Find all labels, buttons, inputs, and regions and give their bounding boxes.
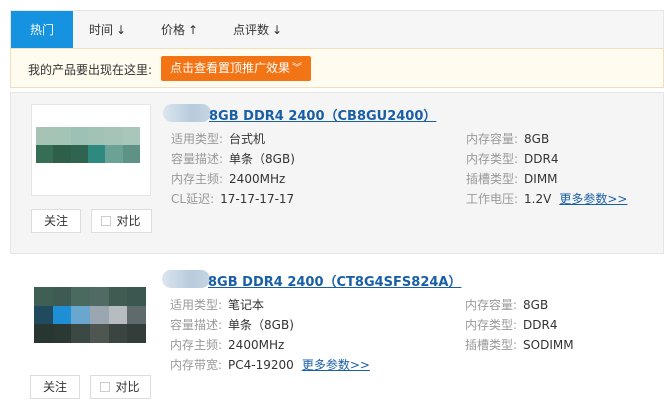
mosaic-cell — [52, 305, 72, 325]
mosaic-cell — [89, 287, 109, 306]
spec-row: 插槽类型: SODIMM — [465, 338, 574, 352]
product-card: 关注 对比 8GB DDR4 2400（CB8GU2400） 适用类型: 台式机 … — [10, 92, 664, 254]
mosaic-cell — [108, 287, 128, 306]
mosaic-cell — [36, 145, 54, 163]
promo-button-label: 点击查看置顶推广效果 — [170, 61, 291, 75]
mosaic-cell — [71, 305, 90, 325]
tab-label: 价格 — [161, 23, 186, 37]
mosaic-cell — [53, 127, 71, 145]
mosaic-cell — [127, 305, 146, 325]
tab-sort-time[interactable]: 时间 ↓ — [89, 11, 126, 49]
mosaic-cell — [34, 305, 53, 325]
mosaic-cell — [89, 305, 109, 325]
follow-button[interactable]: 关注 — [30, 375, 80, 399]
spec-row: 适用类型: 台式机 — [171, 132, 266, 146]
thumbnail-mosaic — [36, 127, 140, 163]
product-thumbnail[interactable] — [30, 275, 150, 367]
mosaic-cell — [89, 324, 109, 343]
product-title-link[interactable]: 8GB DDR4 2400（CT8G4SFS824A） — [208, 271, 461, 290]
more-params-link[interactable]: 更多参数>> — [302, 358, 370, 372]
checkbox-icon — [100, 382, 110, 392]
mosaic-cell — [127, 287, 146, 306]
spec-row: 内存带宽: PC4-19200 更多参数>> — [170, 358, 370, 372]
mosaic-cell — [52, 287, 72, 306]
mosaic-cell — [108, 305, 128, 325]
arrow-up-icon: ↑ — [188, 23, 199, 37]
product-thumbnail[interactable] — [31, 104, 151, 196]
spec-row: 插槽类型: DIMM — [466, 172, 558, 186]
sort-tab-bar: 热门 时间 ↓ 价格 ↑ 点评数 ↓ — [10, 10, 664, 49]
mosaic-cell — [88, 127, 106, 145]
promo-preview-button[interactable]: 点击查看置顶推广效果 ︾ — [161, 56, 311, 81]
mosaic-cell — [71, 324, 90, 343]
spec-row: 内存类型: DDR4 — [466, 152, 559, 166]
compare-checkbox[interactable]: 对比 — [90, 375, 151, 399]
mosaic-cell — [105, 127, 123, 145]
tab-label: 时间 — [89, 23, 114, 37]
compare-label: 对比 — [115, 380, 140, 394]
spec-row: 内存主频: 2400MHz — [171, 172, 286, 186]
compare-checkbox[interactable]: 对比 — [91, 209, 152, 233]
mosaic-cell — [88, 145, 106, 163]
mosaic-cell — [70, 127, 88, 145]
mosaic-cell — [53, 145, 71, 163]
mosaic-cell — [34, 287, 53, 306]
spec-row: 内存主频: 2400MHz — [170, 338, 285, 352]
brand-mask — [162, 270, 210, 288]
mosaic-cell — [127, 324, 146, 343]
follow-button[interactable]: 关注 — [31, 209, 81, 233]
checkbox-icon — [101, 216, 111, 226]
mosaic-cell — [36, 127, 54, 145]
mosaic-cell — [108, 324, 128, 343]
more-params-link[interactable]: 更多参数>> — [559, 192, 627, 206]
spec-row: 工作电压: 1.2V 更多参数>> — [466, 192, 628, 206]
mosaic-cell — [70, 145, 88, 163]
product-card: 关注 对比 8GB DDR4 2400（CT8G4SFS824A） 适用类型: 笔… — [10, 262, 664, 412]
double-chevron-down-icon: ︾ — [292, 63, 302, 74]
thumbnail-mosaic — [34, 287, 146, 343]
mosaic-cell — [122, 127, 140, 145]
mosaic-cell — [52, 324, 72, 343]
tab-label: 点评数 — [233, 23, 270, 37]
tab-sort-price[interactable]: 价格 ↑ — [161, 11, 198, 49]
mosaic-cell — [105, 145, 123, 163]
spec-row: 容量描述: 单条（8GB) — [170, 318, 294, 332]
product-title-link[interactable]: 8GB DDR4 2400（CB8GU2400） — [209, 105, 436, 124]
mosaic-cell — [71, 287, 90, 306]
spec-row: 内存容量: 8GB — [466, 132, 550, 146]
spec-row: 内存类型: DDR4 — [465, 318, 558, 332]
promo-bar: 我的产品要出现在这里: 点击查看置顶推广效果 ︾ — [10, 48, 664, 88]
tab-hot[interactable]: 热门 — [11, 11, 73, 49]
mosaic-cell — [122, 145, 140, 163]
brand-mask — [163, 104, 211, 122]
spec-row: 容量描述: 单条（8GB) — [171, 152, 295, 166]
promo-text: 我的产品要出现在这里: — [28, 63, 153, 77]
spec-row: CL延迟: 17-17-17-17 — [171, 192, 295, 206]
spec-row: 适用类型: 笔记本 — [170, 298, 265, 312]
arrow-down-icon: ↓ — [272, 23, 283, 37]
mosaic-cell — [34, 324, 53, 343]
tab-sort-reviews[interactable]: 点评数 ↓ — [233, 11, 282, 49]
spec-row: 内存容量: 8GB — [465, 298, 549, 312]
compare-label: 对比 — [116, 214, 141, 228]
arrow-down-icon: ↓ — [116, 23, 127, 37]
